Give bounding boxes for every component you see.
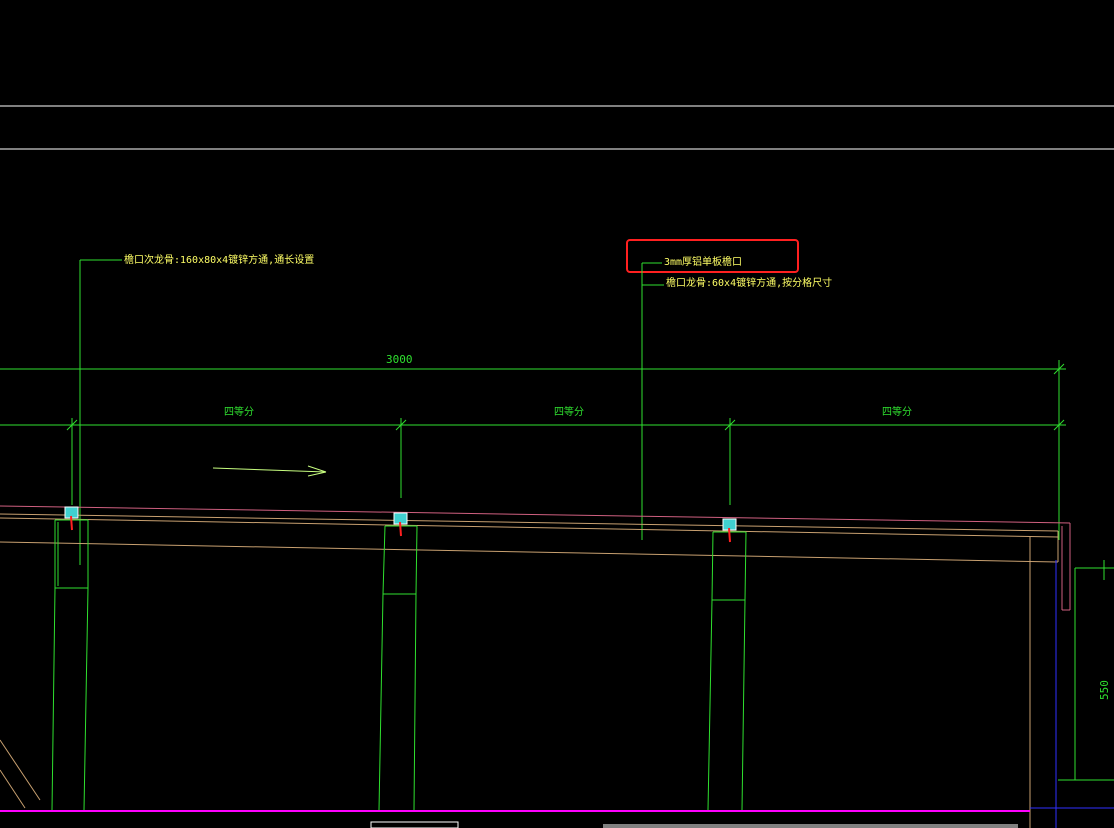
segment-dimension: 四等分 四等分 四等分 — [0, 405, 1066, 505]
horizontal-scrollbar[interactable] — [603, 824, 1018, 828]
support-column-2 — [378, 525, 418, 811]
overall-dimension: 3000 — [0, 353, 1066, 540]
overall-dimension-text: 3000 — [386, 353, 413, 366]
bolt-connector-icon — [722, 518, 737, 543]
cad-canvas[interactable]: 檐口次龙骨:160x80x4镀锌方通,通长设置 3mm厚铝单板檐口 檐口龙骨:6… — [0, 0, 1114, 828]
right-arrow-icon — [212, 465, 327, 477]
segment-label-3: 四等分 — [882, 405, 912, 418]
left-leader-text: 檐口次龙骨:160x80x4镀锌方通,通长设置 — [124, 253, 314, 266]
segment-label-1: 四等分 — [224, 405, 254, 418]
support-column-3 — [707, 531, 747, 811]
support-column-1 — [51, 519, 89, 811]
fascia-edge — [1029, 523, 1071, 828]
keel-text: 檐口龙骨:60x4镀锌方通,按分格尺寸 — [666, 276, 832, 289]
bolt-connector-icon — [393, 512, 408, 537]
bolt-connector-icon — [64, 506, 79, 531]
highlight-text: 3mm厚铝单板檐口 — [664, 255, 742, 268]
cad-drawing[interactable]: 檐口次龙骨:160x80x4镀锌方通,通长设置 3mm厚铝单板檐口 檐口龙骨:6… — [0, 0, 1114, 828]
vertical-dimension: 550 — [1058, 560, 1114, 781]
command-tab[interactable] — [370, 821, 459, 828]
segment-label-2: 四等分 — [554, 405, 584, 418]
vertical-dimension-text: 550 — [1098, 680, 1111, 700]
roof-panel-lines — [0, 505, 1071, 563]
lower-left-hatch — [0, 739, 41, 809]
